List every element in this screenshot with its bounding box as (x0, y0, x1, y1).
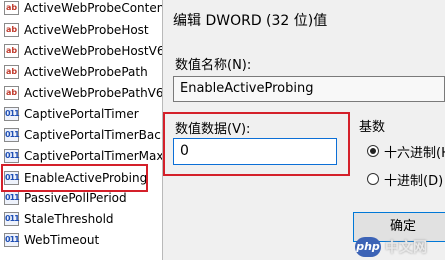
list-item-label: EnableActiveProbing (24, 171, 148, 185)
dword-value-icon: 011 (4, 171, 20, 185)
string-value-icon: ab (4, 65, 19, 79)
list-item[interactable]: 011 StaleThreshold (4, 209, 162, 229)
dword-value-icon: 011 (4, 212, 20, 226)
base-group-label: 基数 (359, 120, 386, 135)
list-item[interactable]: 011 CaptivePortalTimer (4, 104, 162, 124)
value-name-field[interactable]: EnableActiveProbing (173, 76, 445, 102)
radio-hexadecimal-label: 十六进制(H) (384, 145, 445, 161)
registry-value-list[interactable]: ab ActiveWebProbeContentV6 ab ActiveWebP… (0, 0, 162, 260)
radio-decimal-label: 十进制(D) (384, 173, 444, 189)
string-value-icon: ab (4, 23, 19, 37)
list-item-label: PassivePollPeriod (24, 191, 127, 205)
list-item-label: ActiveWebProbePath (24, 65, 148, 79)
dword-value-icon: 011 (4, 233, 20, 247)
value-name-label: 数值名称(N): (175, 58, 252, 73)
string-value-icon: ab (4, 86, 19, 100)
list-item-label: ActiveWebProbeHost (24, 23, 149, 37)
list-item-label: ActiveWebProbeContentV6 (24, 1, 162, 15)
radio-button[interactable] (367, 173, 379, 185)
list-item[interactable]: ab ActiveWebProbeContentV6 (4, 0, 162, 18)
list-item-label: ActiveWebProbeHostV6 (24, 44, 162, 58)
edit-dword-dialog: 编辑 DWORD (32 位)值 数值名称(N): EnableActivePr… (162, 0, 445, 260)
list-item[interactable]: 011 CaptivePortalTimerBack (4, 125, 162, 145)
dword-value-icon: 011 (4, 107, 20, 121)
string-value-icon: ab (4, 44, 19, 58)
list-item-label: CaptivePortalTimerBack (24, 128, 162, 142)
list-item-label: CaptivePortalTimer (24, 107, 139, 121)
dword-value-icon: 011 (4, 191, 20, 205)
value-data-label: 数值数据(V): (175, 122, 251, 137)
radio-decimal[interactable]: 十进制(D) (367, 170, 444, 189)
radio-button-checked[interactable] (367, 145, 379, 157)
list-item[interactable]: 011 CaptivePortalTimerMax (4, 146, 162, 166)
list-item[interactable]: ab ActiveWebProbePath (4, 62, 162, 82)
dialog-title: 编辑 DWORD (32 位)值 (173, 13, 328, 29)
list-item[interactable]: 011 WebTimeout (4, 230, 162, 250)
list-item[interactable]: ab ActiveWebProbeHost (4, 20, 162, 40)
list-item-selected[interactable]: 011 EnableActiveProbing (4, 168, 162, 188)
dword-value-icon: 011 (4, 128, 20, 142)
list-item[interactable]: ab ActiveWebProbeHostV6 (4, 41, 162, 61)
value-data-input[interactable]: 0 (173, 138, 337, 165)
site-watermark: php 中文网 (355, 233, 445, 260)
watermark-text: 中文网 (385, 239, 427, 256)
string-value-icon: ab (4, 1, 19, 15)
list-item-label: StaleThreshold (24, 212, 114, 226)
radio-hexadecimal[interactable]: 十六进制(H) (367, 142, 445, 161)
list-item-label: CaptivePortalTimerMax (24, 149, 162, 163)
list-item-label: ActiveWebProbePathV6 (24, 86, 162, 100)
list-item-label: WebTimeout (24, 233, 100, 247)
dword-value-icon: 011 (4, 149, 20, 163)
list-item[interactable]: 011 PassivePollPeriod (4, 188, 162, 208)
list-item[interactable]: ab ActiveWebProbePathV6 (4, 83, 162, 103)
php-logo: php (355, 236, 381, 257)
